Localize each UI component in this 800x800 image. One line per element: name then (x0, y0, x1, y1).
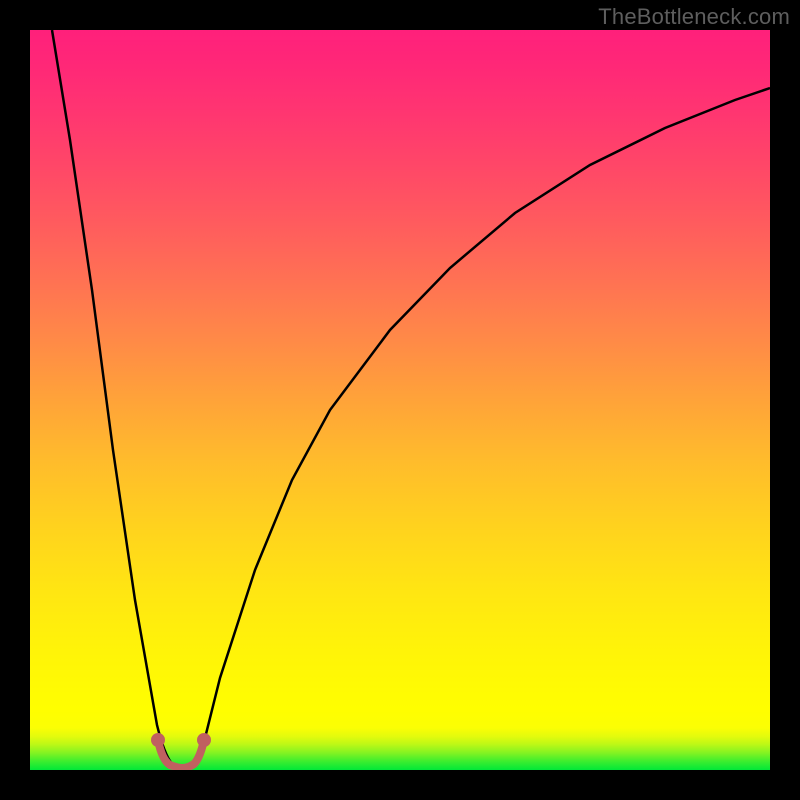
bottom-path (158, 740, 204, 768)
marker-left (151, 733, 165, 747)
chart-container: TheBottleneck.com (0, 0, 800, 800)
chart-svg (30, 30, 770, 770)
bottleneck-curve (52, 30, 770, 770)
marker-right (197, 733, 211, 747)
watermark-text: TheBottleneck.com (598, 4, 790, 30)
